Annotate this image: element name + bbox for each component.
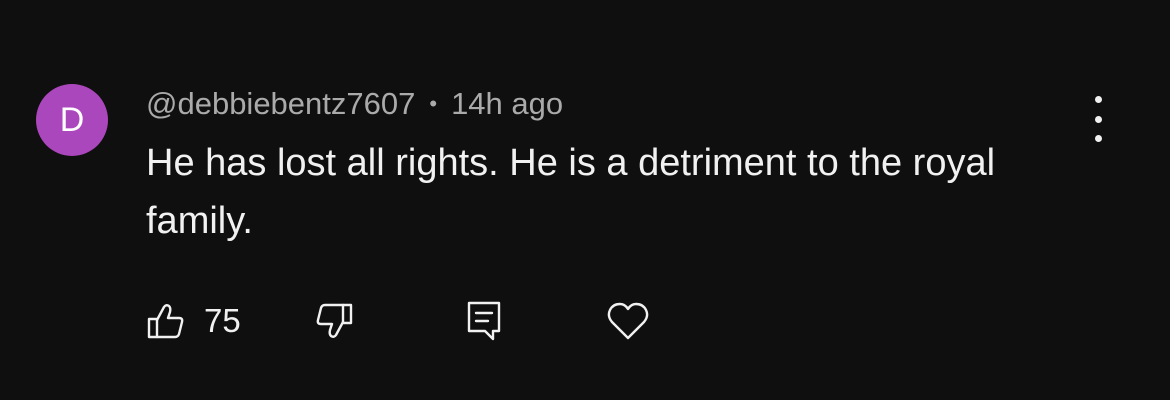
more-vertical-icon-dot-2 xyxy=(1094,115,1102,123)
like-button[interactable]: 75 xyxy=(146,296,241,346)
comment-header: @debbiebentz7607 • 14h ago xyxy=(146,84,563,124)
timestamp[interactable]: 14h ago xyxy=(451,86,563,122)
more-vertical-icon-dot-1 xyxy=(1094,96,1102,103)
avatar[interactable]: D xyxy=(36,84,108,156)
separator-dot: • xyxy=(429,91,438,116)
thumbs-up-icon xyxy=(147,304,184,339)
comment-text: He has lost all rights. He is a detrimen… xyxy=(146,142,996,242)
more-options-button[interactable] xyxy=(1078,96,1118,142)
heart-button[interactable] xyxy=(606,296,650,346)
reply-comment-icon xyxy=(467,301,501,341)
like-count: 75 xyxy=(204,302,241,339)
more-vertical-icon-dot-3 xyxy=(1094,135,1102,142)
author-handle[interactable]: @debbiebentz7607 xyxy=(146,86,415,122)
avatar-initial: D xyxy=(59,100,85,139)
comment-thread: D @debbiebentz7607 • 14h ago He has lost… xyxy=(0,0,1170,400)
thumbs-down-icon xyxy=(316,303,353,338)
heart-icon xyxy=(607,302,649,340)
reply-button[interactable] xyxy=(466,296,502,346)
dislike-button[interactable] xyxy=(314,296,354,346)
